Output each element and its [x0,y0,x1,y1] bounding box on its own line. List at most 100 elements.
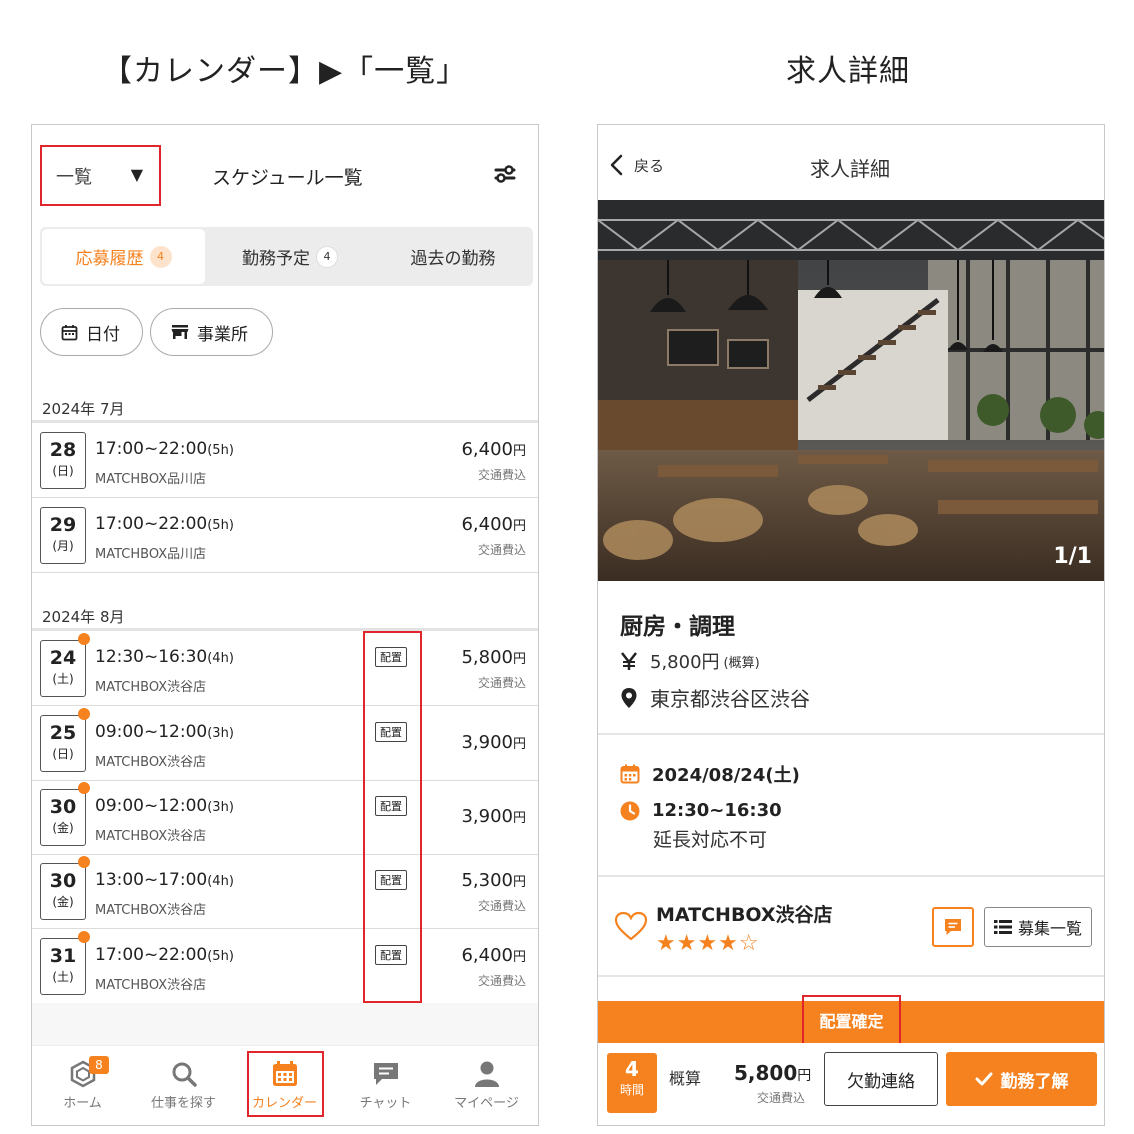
tab-count-badge: 4 [149,245,172,268]
filter-chip-date[interactable]: 日付 [40,308,143,356]
wage: 6,400円 [461,945,526,966]
chat-button[interactable] [932,907,974,947]
nav-label: ホーム [63,1096,102,1111]
day-number: 24 [49,647,77,669]
date-box: 24 (土) [40,640,86,697]
tab-label: 過去の勤務 [410,249,496,269]
action-footer: 4 時間 概算 5,800円 交通費込 欠勤連絡 勤務了解 [598,1043,1104,1125]
calendar-icon [61,324,78,340]
weekday: (金) [52,821,74,835]
date-box: 25 (日) [40,715,86,772]
notification-badge: 8 [89,1056,109,1074]
schedule-row[interactable]: 30 (金) 09:00~12:00(3h) MATCHBOX渋谷店 配置 3,… [32,780,538,855]
nav-label: チャット [359,1096,412,1111]
estimate-label: 概算 [669,1069,702,1088]
shift-time: 13:00~17:00(4h) [95,870,234,890]
highlight-placement-column [363,631,422,1003]
store-name[interactable]: MATCHBOX渋谷店 [656,900,833,927]
hours-badge: 4 時間 [607,1053,657,1113]
schedule-row[interactable]: 29 (月) 17:00~22:00(5h) MATCHBOX品川店 6,400… [32,498,538,573]
job-photo[interactable]: 1/1 [598,200,1104,581]
absence-report-button[interactable]: 欠勤連絡 [824,1052,938,1106]
check-icon [975,1072,992,1086]
bottom-nav: 8 ホーム 仕事を探す カレンダー チャット マイページ [32,1045,538,1125]
shop-name: MATCHBOX品川店 [95,472,207,487]
pay-line: 5,800円 (概算) [620,648,760,674]
back-button[interactable]: 戻る [608,153,664,177]
month-header: 2024年 7月 [42,400,125,418]
heart-icon[interactable] [614,911,648,941]
transport-included: 交通費込 [477,974,526,988]
shift-time: 12:30~16:30(4h) [95,647,234,667]
page-title: スケジュール一覧 [212,167,363,189]
chip-label: 日付 [86,324,120,345]
job-title: 厨房・調理 [620,614,735,640]
date-box: 30 (金) [40,863,86,920]
shift-time: 09:00~12:00(3h) [95,796,234,816]
shift-time: 17:00~22:00(5h) [95,439,234,459]
schedule-row[interactable]: 31 (土) 17:00~22:00(5h) MATCHBOX渋谷店 配置 6,… [32,929,538,1004]
shift-time: 17:00~22:00(5h) [95,945,234,965]
job-detail-screen: 戻る 求人詳細 1/1 厨房・調理 5,800円 (概算) 東京都渋谷区渋谷 2… [597,124,1105,1126]
footer-wage: 5,800円 [734,1061,812,1085]
shop-name: MATCHBOX品川店 [95,547,207,562]
hours-unit: 時間 [619,1083,644,1097]
view-select-dropdown[interactable]: 一覧 ▼ [40,145,161,206]
map-pin-icon [621,687,637,708]
schedule-row[interactable]: 24 (土) 12:30~16:30(4h) MATCHBOX渋谷店 配置 5,… [32,631,538,706]
day-number: 30 [49,870,77,892]
schedule-date: 2024/08/24(土) [620,761,800,787]
nav-mypage[interactable]: マイページ [436,1046,537,1125]
day-number: 29 [49,514,77,536]
accept-work-button[interactable]: 勤務了解 [946,1052,1097,1106]
back-label: 戻る [634,156,665,175]
chevron-left-icon [610,154,623,176]
chat-icon [945,919,961,935]
day-number: 25 [49,722,77,744]
wage: 3,900円 [461,806,526,827]
store-icon [171,325,189,339]
tab-applications[interactable]: 応募履歴 4 [42,229,205,284]
tab-label: 応募履歴 [75,249,144,269]
user-icon [474,1061,499,1087]
filter-chip-office[interactable]: 事業所 [150,308,273,356]
divider [598,733,1104,735]
date-box: 31 (土) [40,938,86,995]
shop-name: MATCHBOX渋谷店 [95,829,207,844]
sliders-icon[interactable] [494,163,516,185]
schedule-row[interactable]: 28 (日) 17:00~22:00(5h) MATCHBOX品川店 6,400… [32,423,538,498]
tab-count-badge: 4 [316,245,338,268]
weekday: (土) [52,970,74,984]
location-line: 東京都渋谷区渋谷 [620,683,810,712]
recruit-list-button[interactable]: 募集一覧 [984,907,1092,947]
transport-included: 交通費込 [477,468,526,482]
tab-scheduled[interactable]: 勤務予定 4 [210,229,370,284]
wage: 6,400円 [461,439,526,460]
chat-icon [373,1063,398,1085]
search-icon [172,1062,197,1087]
nav-search[interactable]: 仕事を探す [133,1046,234,1125]
shop-name: MATCHBOX渋谷店 [95,978,207,993]
highlight-calendar-nav [247,1051,324,1117]
extension-note: 延長対応不可 [653,829,768,851]
page-title: 求人詳細 [810,157,890,181]
date-text: 2024/08/24(土) [652,765,800,786]
pay-amount: 5,800円 [650,652,720,673]
nav-chat[interactable]: チャット [335,1046,436,1125]
day-number: 30 [49,796,77,818]
weekday: (金) [52,895,74,909]
schedule-row[interactable]: 30 (金) 13:00~17:00(4h) MATCHBOX渋谷店 配置 5,… [32,854,538,929]
time-text: 12:30~16:30 [652,800,782,821]
shop-name: MATCHBOX渋谷店 [95,755,207,770]
list-icon [993,920,1012,934]
nav-label: 仕事を探す [150,1096,216,1111]
nav-home[interactable]: 8 ホーム [32,1046,133,1125]
schedule-row[interactable]: 25 (日) 09:00~12:00(3h) MATCHBOX渋谷店 配置 3,… [32,706,538,781]
yen-icon [621,652,637,670]
date-box: 30 (金) [40,789,86,846]
button-label: 募集一覧 [1017,919,1082,938]
chevron-down-icon: ▼ [130,165,143,184]
location-text: 東京都渋谷区渋谷 [650,687,810,711]
tab-past[interactable]: 過去の勤務 [375,229,531,284]
day-number: 28 [49,439,77,461]
